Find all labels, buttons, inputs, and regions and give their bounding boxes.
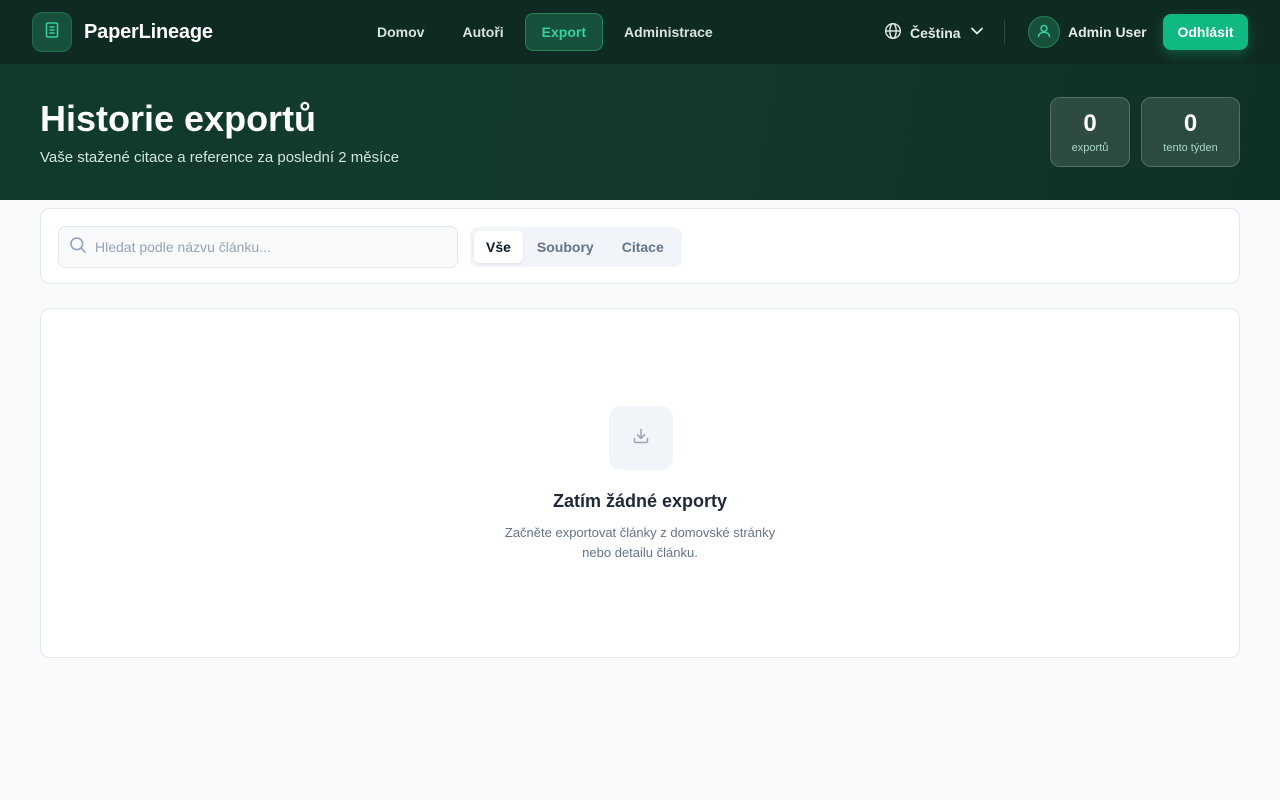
language-selector[interactable]: Čeština bbox=[884, 22, 985, 43]
top-navigation-bar: PaperLineage Domov Autoři Export Adminis… bbox=[0, 0, 1280, 64]
filter-card: Vše Soubory Citace bbox=[40, 208, 1240, 284]
search-box[interactable] bbox=[58, 226, 458, 268]
main-nav: Domov Autoři Export Administrace bbox=[360, 13, 730, 51]
avatar bbox=[1028, 16, 1060, 48]
page-hero: Historie exportů Vaše stažené citace a r… bbox=[0, 64, 1280, 200]
stat-value: 0 bbox=[1183, 110, 1198, 137]
header-divider bbox=[1004, 20, 1005, 44]
empty-state-text: Začněte exportovat články z domovské str… bbox=[504, 525, 776, 560]
nav-item-domov[interactable]: Domov bbox=[360, 13, 441, 51]
logout-button[interactable]: Odhlásit bbox=[1163, 14, 1248, 50]
tab-all[interactable]: Vše bbox=[474, 231, 523, 263]
nav-item-administrace[interactable]: Administrace bbox=[607, 13, 730, 51]
nav-item-export[interactable]: Export bbox=[524, 13, 604, 51]
stat-exports-week: 0 tento týden bbox=[1141, 97, 1240, 167]
empty-state-icon-box bbox=[609, 406, 673, 470]
brand-name[interactable]: PaperLineage bbox=[84, 21, 213, 44]
user-menu[interactable]: Admin User bbox=[1028, 16, 1147, 48]
app-logo[interactable] bbox=[32, 12, 72, 52]
empty-state-title: Zatím žádné exporty bbox=[552, 491, 728, 511]
document-icon bbox=[43, 21, 61, 44]
tab-citations[interactable]: Citace bbox=[608, 231, 678, 263]
nav-item-autori[interactable]: Autoři bbox=[445, 13, 520, 51]
language-label: Čeština bbox=[910, 24, 961, 41]
search-icon bbox=[69, 236, 87, 259]
chevron-down-icon bbox=[969, 23, 985, 42]
stat-value: 0 bbox=[1083, 110, 1097, 137]
page-subtitle: Vaše stažené citace a reference za posle… bbox=[40, 149, 400, 166]
page-title: Historie exportů bbox=[40, 98, 317, 139]
download-icon bbox=[631, 426, 651, 451]
stat-label: exportů bbox=[1071, 142, 1109, 154]
user-name: Admin User bbox=[1068, 24, 1147, 40]
stat-exports-total: 0 exportů bbox=[1050, 97, 1130, 167]
tab-files[interactable]: Soubory bbox=[523, 231, 608, 263]
exports-list: Zatím žádné exporty Začněte exportovat č… bbox=[40, 308, 1240, 658]
search-input[interactable] bbox=[95, 239, 435, 255]
export-type-tabs: Vše Soubory Citace bbox=[470, 227, 682, 267]
globe-icon bbox=[884, 22, 902, 43]
stat-label: tento týden bbox=[1163, 142, 1218, 154]
user-icon bbox=[1036, 23, 1052, 42]
